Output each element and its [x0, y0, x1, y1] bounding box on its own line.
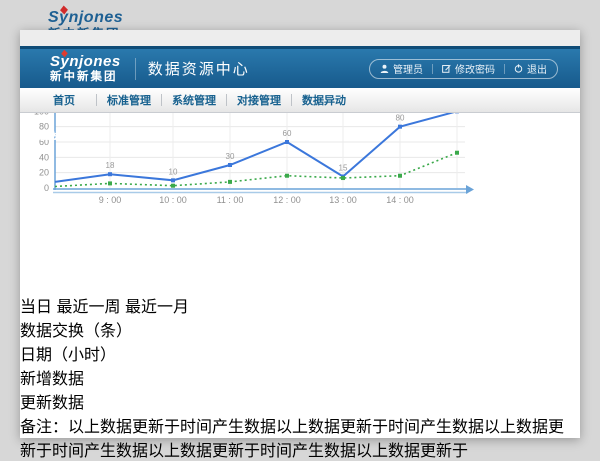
window-top-strip: [20, 30, 580, 46]
nav-item-system-mgmt[interactable]: 系统管理: [162, 92, 226, 108]
radio-last-month[interactable]: 最近一月: [125, 299, 189, 316]
header-divider: [135, 58, 136, 80]
logout-label: 退出: [527, 61, 547, 76]
legend-item-new-data: 新增数据: [20, 365, 580, 389]
user-toolbar: 管理员 修改密码 退出: [369, 59, 558, 79]
radio-last-week[interactable]: 最近一周: [56, 299, 124, 316]
svg-text:15: 15: [339, 164, 348, 173]
main-nav: 首页 标准管理 系统管理 对接管理 数据异动: [20, 88, 580, 113]
svg-text:14 : 00: 14 : 00: [386, 195, 414, 205]
footnote-text: 以上数据更新于时间产生数据以上数据更新于时间产生数据以上数据更新于时间产生数据以…: [20, 419, 564, 460]
power-icon: [514, 64, 523, 73]
toolbar-separator: [432, 64, 433, 74]
nav-item-standard-mgmt[interactable]: 标准管理: [97, 92, 161, 108]
nav-item-data-change[interactable]: 数据异动: [292, 92, 356, 108]
svg-text:10 : 00: 10 : 00: [159, 195, 187, 205]
app-window: Synjones 新中新集团 数据资源中心 管理员 修改密码 退出 首页 标准管: [20, 30, 580, 438]
nav-item-interface-mgmt[interactable]: 对接管理: [227, 92, 291, 108]
edit-icon: [442, 64, 451, 73]
legend-label: 新增数据: [20, 371, 84, 388]
svg-text:30: 30: [226, 152, 235, 161]
brand-logo-en: Synjones: [50, 54, 121, 69]
svg-text:12 : 00: 12 : 00: [273, 195, 301, 205]
user-icon: [380, 64, 389, 73]
brand-logo-cn: 新中新集团: [50, 72, 121, 84]
change-password-label: 修改密码: [455, 61, 495, 76]
svg-text:80: 80: [396, 114, 405, 123]
period-radio-group: 当日 最近一周 最近一月: [20, 293, 580, 317]
svg-text:13 : 00: 13 : 00: [329, 195, 357, 205]
y-axis-title: 数据交换（条）: [20, 317, 580, 341]
svg-text:11 : 00: 11 : 00: [217, 195, 244, 205]
svg-text:40: 40: [39, 152, 49, 162]
brand-logo-en: Synjones: [48, 10, 123, 26]
svg-text:20: 20: [39, 168, 49, 178]
footnote-label: 备注：: [20, 419, 68, 436]
radio-label: 最近一月: [125, 299, 189, 316]
nav-item-home[interactable]: 首页: [32, 92, 96, 108]
legend-item-updated-data: 更新数据: [20, 389, 580, 413]
svg-text:60: 60: [283, 129, 292, 138]
svg-text:0: 0: [44, 183, 49, 193]
svg-text:10: 10: [169, 167, 178, 176]
footnote: 备注：以上数据更新于时间产生数据以上数据更新于时间产生数据以上数据更新于时间产生…: [20, 413, 580, 461]
change-password-button[interactable]: 修改密码: [442, 61, 495, 76]
radio-label: 最近一周: [56, 299, 120, 316]
logout-button[interactable]: 退出: [514, 61, 547, 76]
radio-today[interactable]: 当日: [20, 299, 56, 316]
toolbar-separator: [504, 64, 505, 74]
radio-label: 当日: [20, 299, 52, 316]
svg-text:18: 18: [106, 161, 115, 170]
legend-label: 更新数据: [20, 395, 84, 412]
svg-text:9 : 00: 9 : 00: [99, 195, 122, 205]
x-axis-title: 日期（小时）: [20, 341, 580, 365]
app-header: Synjones 新中新集团 数据资源中心 管理员 修改密码 退出: [20, 46, 580, 88]
admin-user-label: 管理员: [393, 61, 423, 76]
admin-user-button[interactable]: 管理员: [380, 61, 423, 76]
page-title: 数据资源中心: [148, 58, 250, 79]
header-brand-logo: Synjones 新中新集团: [50, 54, 121, 84]
